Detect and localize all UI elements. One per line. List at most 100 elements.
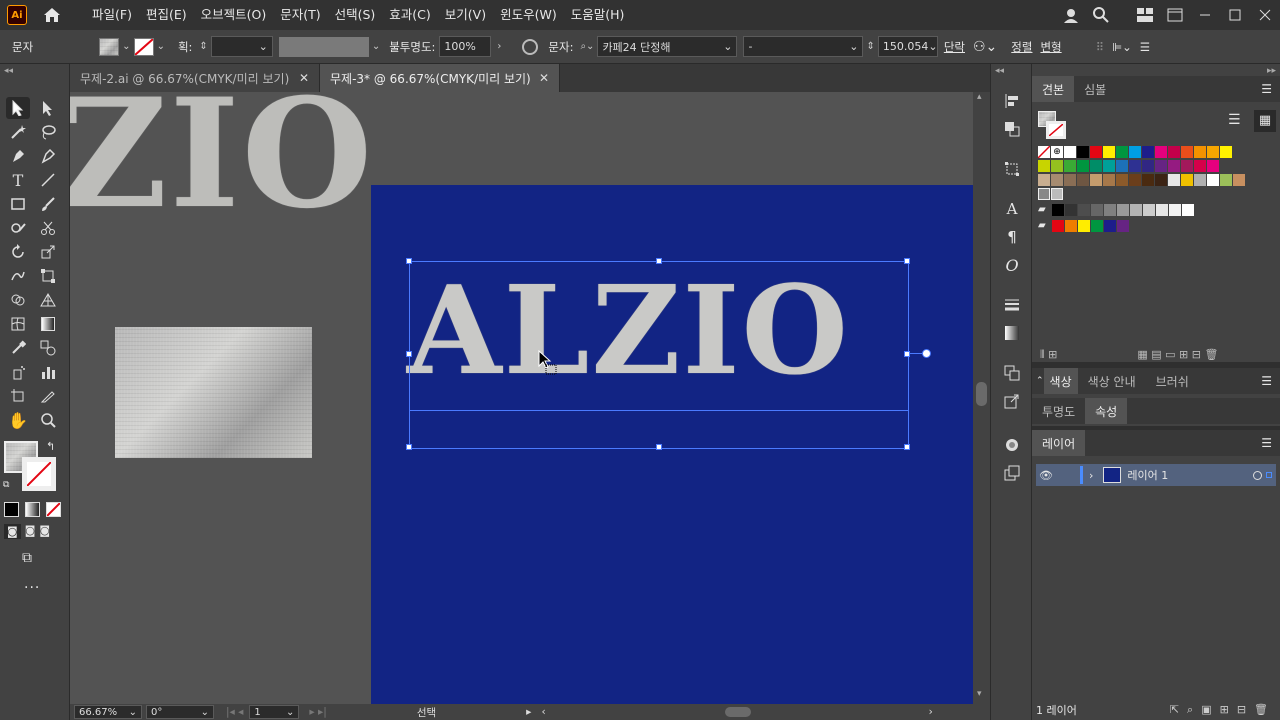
user-icon[interactable] <box>1056 0 1086 30</box>
align-panel-icon[interactable] <box>1001 90 1023 112</box>
artboards-panel-icon[interactable] <box>1001 362 1023 384</box>
horizontal-scrollbar[interactable] <box>550 707 925 717</box>
default-colors-icon[interactable]: ⧉ <box>3 480 9 490</box>
layer-selection-icon[interactable] <box>1266 472 1272 478</box>
menu-view[interactable]: 보기(V) <box>438 0 493 30</box>
opentype-panel-icon[interactable]: O <box>1001 254 1023 276</box>
paintbrush-icon[interactable] <box>36 193 60 215</box>
swatch[interactable] <box>1181 160 1193 172</box>
resize-handle[interactable] <box>406 258 412 264</box>
hscroll-thumb[interactable] <box>724 707 751 717</box>
tab-symbols[interactable]: 심볼 <box>1074 76 1116 102</box>
swatch[interactable] <box>1168 160 1180 172</box>
swatch[interactable] <box>1169 204 1181 216</box>
swatch[interactable] <box>1130 204 1142 216</box>
chevron-down-icon[interactable]: ⌄ <box>372 41 380 52</box>
asset-export-icon[interactable] <box>1001 462 1023 484</box>
swatch[interactable] <box>1142 174 1154 186</box>
layer-row[interactable]: 👁 › 레이어 1 <box>1036 464 1276 486</box>
hand-tool-icon[interactable]: ✋ <box>6 409 30 431</box>
stroke-panel-icon[interactable] <box>1001 294 1023 316</box>
collapse-arrows-icon[interactable]: ◂◂ <box>995 66 1004 76</box>
grid-view-icon[interactable]: ▦ <box>1254 110 1276 132</box>
minimize-icon[interactable] <box>1190 0 1220 30</box>
shaper-tool-icon[interactable] <box>6 217 30 239</box>
line-tool-icon[interactable] <box>36 169 60 191</box>
selection-tool-icon[interactable] <box>6 97 30 119</box>
font-size-stepper-icon[interactable]: ⇕ <box>866 41 874 52</box>
panel-menu-icon[interactable]: ☰ <box>1261 436 1272 450</box>
swatch[interactable] <box>1077 146 1089 158</box>
transform-link[interactable]: 변형 <box>1040 39 1061 55</box>
swatch[interactable] <box>1078 220 1090 232</box>
color-mode-icon[interactable] <box>4 502 19 517</box>
canvas[interactable]: ZIO ALZIO <box>70 92 973 704</box>
workspace-icon[interactable] <box>1160 0 1190 30</box>
recolor-icon[interactable] <box>522 38 539 55</box>
panel-menu-icon[interactable]: ☰ <box>1261 374 1272 388</box>
resize-handle[interactable] <box>656 444 662 450</box>
swatch[interactable] <box>1064 160 1076 172</box>
stroke-preview[interactable] <box>1046 121 1066 139</box>
column-graph-icon[interactable] <box>36 361 60 383</box>
resize-handle[interactable] <box>406 351 412 357</box>
tab-untitled-3[interactable]: 무제-3* @ 66.67%(CMYK/미리 보기) ✕ <box>320 64 560 92</box>
scroll-down-icon[interactable]: ▾ <box>977 689 982 699</box>
swatch-group-icon[interactable] <box>1038 188 1050 200</box>
swatch[interactable] <box>1078 204 1090 216</box>
swatch[interactable] <box>1104 220 1116 232</box>
grid-icon[interactable]: ⠿ <box>1096 40 1104 54</box>
font-style-field[interactable]: - ⌄ <box>743 36 864 57</box>
menu-icon[interactable]: ☰ <box>1140 40 1150 54</box>
align-link[interactable]: 정렬 <box>1011 39 1032 55</box>
menu-window[interactable]: 윈도우(W) <box>493 0 564 30</box>
expand-chevron-icon[interactable]: › <box>1089 469 1093 482</box>
shape-builder-icon[interactable] <box>6 289 30 311</box>
draw-normal-icon[interactable]: ◙ <box>4 524 21 539</box>
tab-color-guide[interactable]: 색상 안내 <box>1078 368 1146 394</box>
folder-icon[interactable]: ▰ <box>1038 204 1052 215</box>
first-page-icon[interactable]: |◂ ◂ <box>226 706 243 718</box>
resize-handle[interactable] <box>406 444 412 450</box>
resize-handle[interactable] <box>656 258 662 264</box>
swatch[interactable] <box>1091 204 1103 216</box>
direct-selection-tool-icon[interactable] <box>36 97 60 119</box>
swatch[interactable] <box>1194 160 1206 172</box>
menu-file[interactable]: 파일(F) <box>85 0 139 30</box>
scale-tool-icon[interactable] <box>36 241 60 263</box>
opacity-field[interactable]: 100% <box>439 36 492 57</box>
menu-effect[interactable]: 효과(C) <box>382 0 437 30</box>
fill-swatch[interactable] <box>99 37 120 56</box>
free-transform-icon[interactable] <box>36 265 60 287</box>
stroke-weight-field[interactable]: ⌄ <box>210 36 273 57</box>
gradient-mode-icon[interactable] <box>25 502 40 517</box>
search-icon[interactable] <box>1086 0 1116 30</box>
slice-tool-icon[interactable] <box>36 385 60 407</box>
scroll-up-icon[interactable]: ▴ <box>977 92 982 102</box>
close-icon[interactable]: ✕ <box>299 71 309 85</box>
swatch[interactable] <box>1103 160 1115 172</box>
menu-object[interactable]: 오브젝트(O) <box>194 0 274 30</box>
next-page-icon[interactable]: ▸ ▸| <box>309 706 326 718</box>
appearance-panel-icon[interactable] <box>1001 434 1023 456</box>
swatch[interactable] <box>1103 174 1115 186</box>
swatch[interactable] <box>1117 220 1129 232</box>
collapse-arrows-icon[interactable]: ▸▸ <box>1267 66 1276 76</box>
swatch[interactable] <box>1207 174 1219 186</box>
font-family-field[interactable]: 카페24 단정해 ⌄ <box>597 36 738 57</box>
swatch[interactable] <box>1142 146 1154 158</box>
menu-type[interactable]: 문자(T) <box>273 0 327 30</box>
swatch[interactable] <box>1090 160 1102 172</box>
swatch[interactable] <box>1091 220 1103 232</box>
swatch[interactable] <box>1116 174 1128 186</box>
arrange-documents-icon[interactable] <box>1130 0 1160 30</box>
warp-tool-icon[interactable] <box>6 265 30 287</box>
stroke-color-box[interactable] <box>22 457 56 491</box>
swatch[interactable] <box>1220 146 1232 158</box>
menu-help[interactable]: 도움말(H) <box>564 0 632 30</box>
swatch[interactable] <box>1194 174 1206 186</box>
stroke-swatch[interactable] <box>133 37 154 56</box>
glyph-icon[interactable]: ⚇⌄ <box>973 39 997 55</box>
close-icon[interactable] <box>1250 0 1280 30</box>
symbol-sprayer-icon[interactable] <box>6 361 30 383</box>
